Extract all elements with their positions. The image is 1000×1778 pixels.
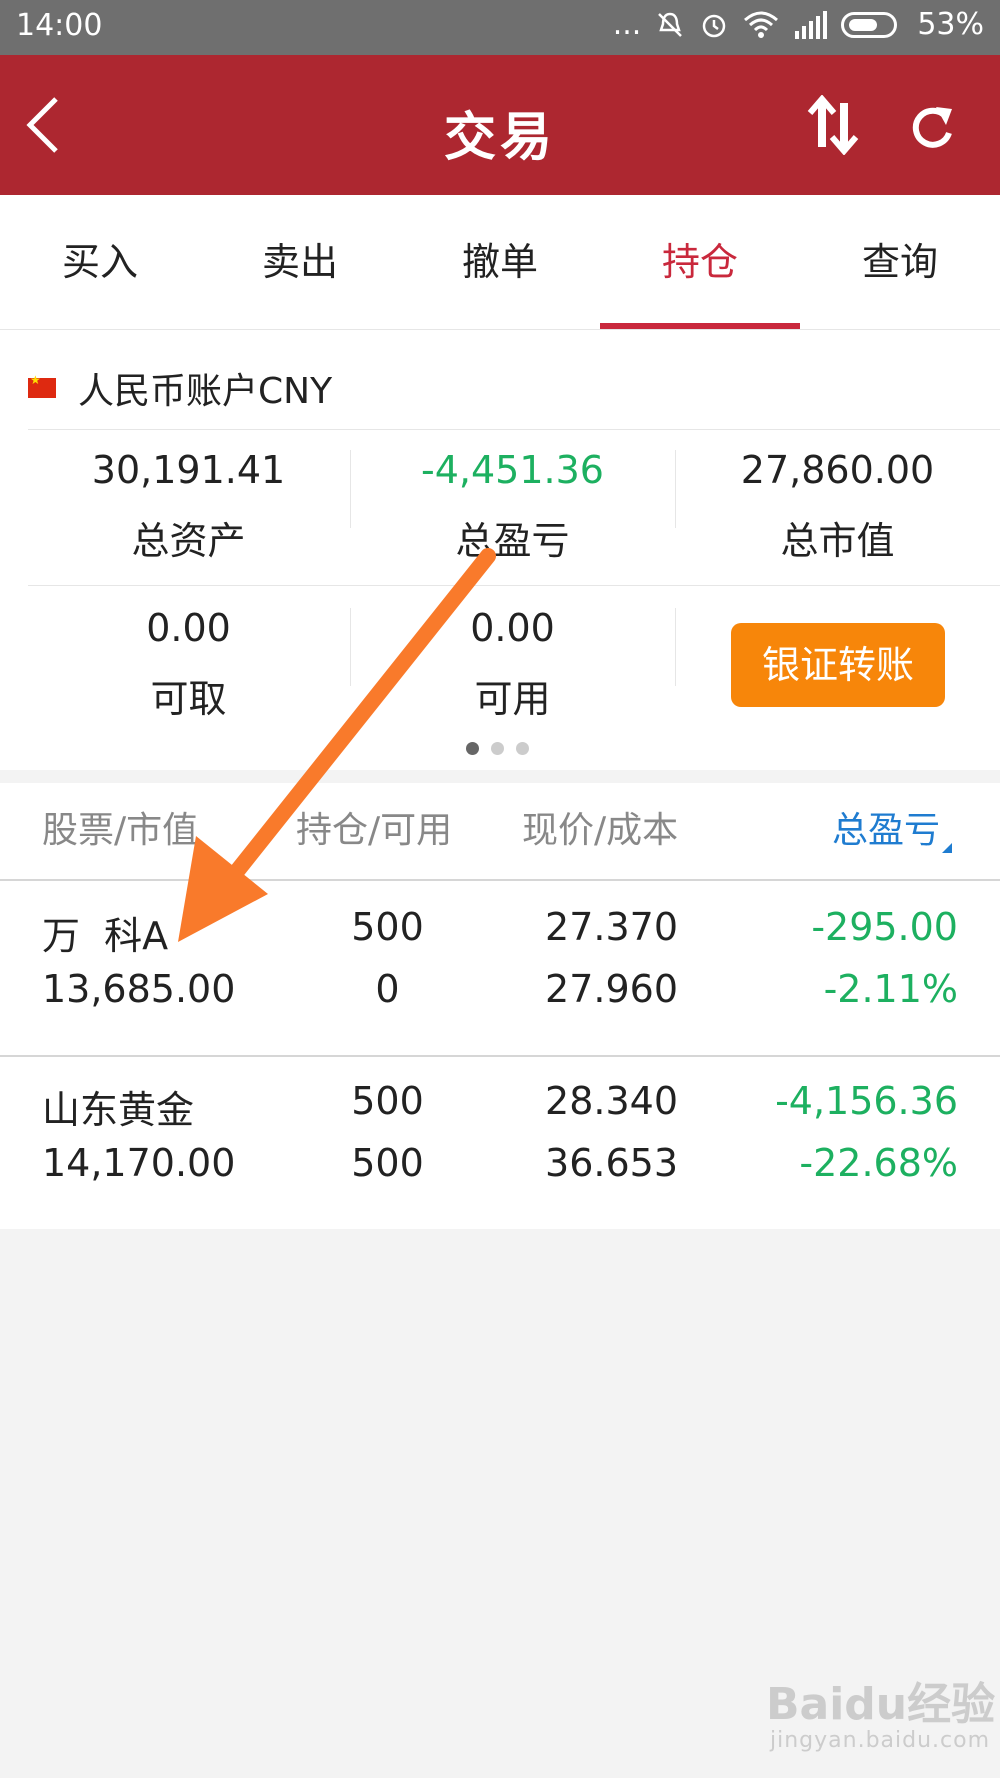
stock-pnl: -295.00 bbox=[811, 905, 958, 949]
stock-name: 山东黄金 bbox=[42, 1088, 195, 1132]
status-time: 14:00 bbox=[16, 8, 103, 43]
alarm-icon bbox=[699, 10, 729, 40]
total-assets-value: 30,191.41 bbox=[91, 448, 286, 492]
bank-transfer-button[interactable]: 银证转账 bbox=[731, 623, 945, 707]
status-bar: 14:00 ... 53% bbox=[0, 0, 1000, 55]
stock-pnl-percent: -2.11% bbox=[823, 967, 958, 1011]
china-flag-icon bbox=[28, 373, 56, 398]
withdrawable-value: 0.00 bbox=[146, 606, 231, 650]
available-label: 可用 bbox=[474, 677, 551, 721]
column-header-price[interactable]: 现价/成本 bbox=[522, 783, 678, 879]
holdings-table: 股票/市值 持仓/可用 现价/成本 总盈亏 万 科A 13,685.00 500… bbox=[0, 783, 1000, 1229]
stock-price: 28.340 bbox=[545, 1079, 678, 1123]
total-pnl-value: -4,451.36 bbox=[421, 448, 604, 492]
stock-name: 万 科A bbox=[42, 914, 169, 958]
stock-pnl: -4,156.36 bbox=[775, 1079, 958, 1123]
stock-position: 500 bbox=[351, 905, 424, 949]
total-pnl-label: 总盈亏 bbox=[455, 519, 570, 563]
total-pnl-cell: -4,451.36 总盈亏 bbox=[350, 448, 675, 565]
market-value-label: 总市值 bbox=[780, 519, 895, 563]
divider bbox=[28, 429, 1000, 430]
refresh-icon[interactable] bbox=[906, 99, 958, 155]
more-dots-icon: ... bbox=[612, 7, 642, 42]
stock-pnl-percent: -22.68% bbox=[799, 1141, 958, 1185]
tab-buy[interactable]: 买入 bbox=[0, 195, 200, 329]
tab-sell[interactable]: 卖出 bbox=[200, 195, 400, 329]
column-header-position[interactable]: 持仓/可用 bbox=[296, 783, 452, 879]
column-header-total-pnl-label: 总盈亏 bbox=[832, 810, 941, 851]
mute-icon bbox=[655, 10, 685, 40]
tab-positions[interactable]: 持仓 bbox=[600, 195, 800, 329]
swap-icon[interactable] bbox=[806, 94, 860, 156]
trade-tabs: 买入 卖出 撤单 持仓 查询 bbox=[0, 195, 1000, 330]
market-value-cell: 27,860.00 总市值 bbox=[675, 448, 1000, 565]
page-dot bbox=[491, 742, 504, 755]
tab-query[interactable]: 查询 bbox=[800, 195, 1000, 329]
stock-available: 500 bbox=[351, 1141, 424, 1185]
page-indicator bbox=[466, 742, 529, 755]
withdrawable-cell: 0.00 可取 bbox=[26, 606, 351, 723]
stock-market-value: 13,685.00 bbox=[42, 967, 236, 1011]
battery-percent: 53% bbox=[917, 7, 984, 42]
app-header: 交易 bbox=[0, 55, 1000, 195]
holding-row[interactable]: 山东黄金 14,170.00 500 500 28.340 36.653 -4,… bbox=[0, 1055, 1000, 1230]
battery-icon bbox=[841, 11, 903, 38]
stock-price: 27.370 bbox=[545, 905, 678, 949]
column-header-total-pnl[interactable]: 总盈亏 bbox=[832, 783, 953, 879]
wifi-icon bbox=[743, 10, 779, 40]
account-summary: 人民币账户CNY 30,191.41 总资产 -4,451.36 总盈亏 27,… bbox=[0, 330, 1000, 770]
account-name: 人民币账户CNY bbox=[78, 371, 333, 412]
page-dot bbox=[516, 742, 529, 755]
divider bbox=[675, 608, 676, 686]
total-assets-cell: 30,191.41 总资产 bbox=[26, 448, 351, 565]
market-value-value: 27,860.00 bbox=[740, 448, 935, 492]
stock-cost: 27.960 bbox=[545, 967, 678, 1011]
column-header-stock[interactable]: 股票/市值 bbox=[42, 783, 198, 879]
stock-market-value: 14,170.00 bbox=[42, 1141, 236, 1185]
signal-icon bbox=[793, 10, 828, 39]
baidu-watermark-logo: Baidu经验 bbox=[766, 1679, 996, 1730]
withdrawable-label: 可取 bbox=[150, 677, 227, 721]
stock-position: 500 bbox=[351, 1079, 424, 1123]
total-assets-label: 总资产 bbox=[131, 519, 246, 563]
stock-cost: 36.653 bbox=[545, 1141, 678, 1185]
status-icons: ... 53% bbox=[613, 7, 984, 42]
stock-available: 0 bbox=[375, 967, 400, 1011]
divider bbox=[28, 585, 1000, 586]
page-dot-active bbox=[466, 742, 479, 755]
baidu-watermark-url: jingyan.baidu.com bbox=[770, 1728, 991, 1753]
account-title: 人民币账户CNY bbox=[28, 362, 332, 414]
holding-row[interactable]: 万 科A 13,685.00 500 0 27.370 27.960 -295.… bbox=[0, 881, 1000, 1056]
tab-cancel-order[interactable]: 撤单 bbox=[400, 195, 600, 329]
available-cell: 0.00 可用 bbox=[350, 606, 675, 723]
sort-indicator-icon bbox=[942, 843, 953, 853]
available-value: 0.00 bbox=[470, 606, 555, 650]
